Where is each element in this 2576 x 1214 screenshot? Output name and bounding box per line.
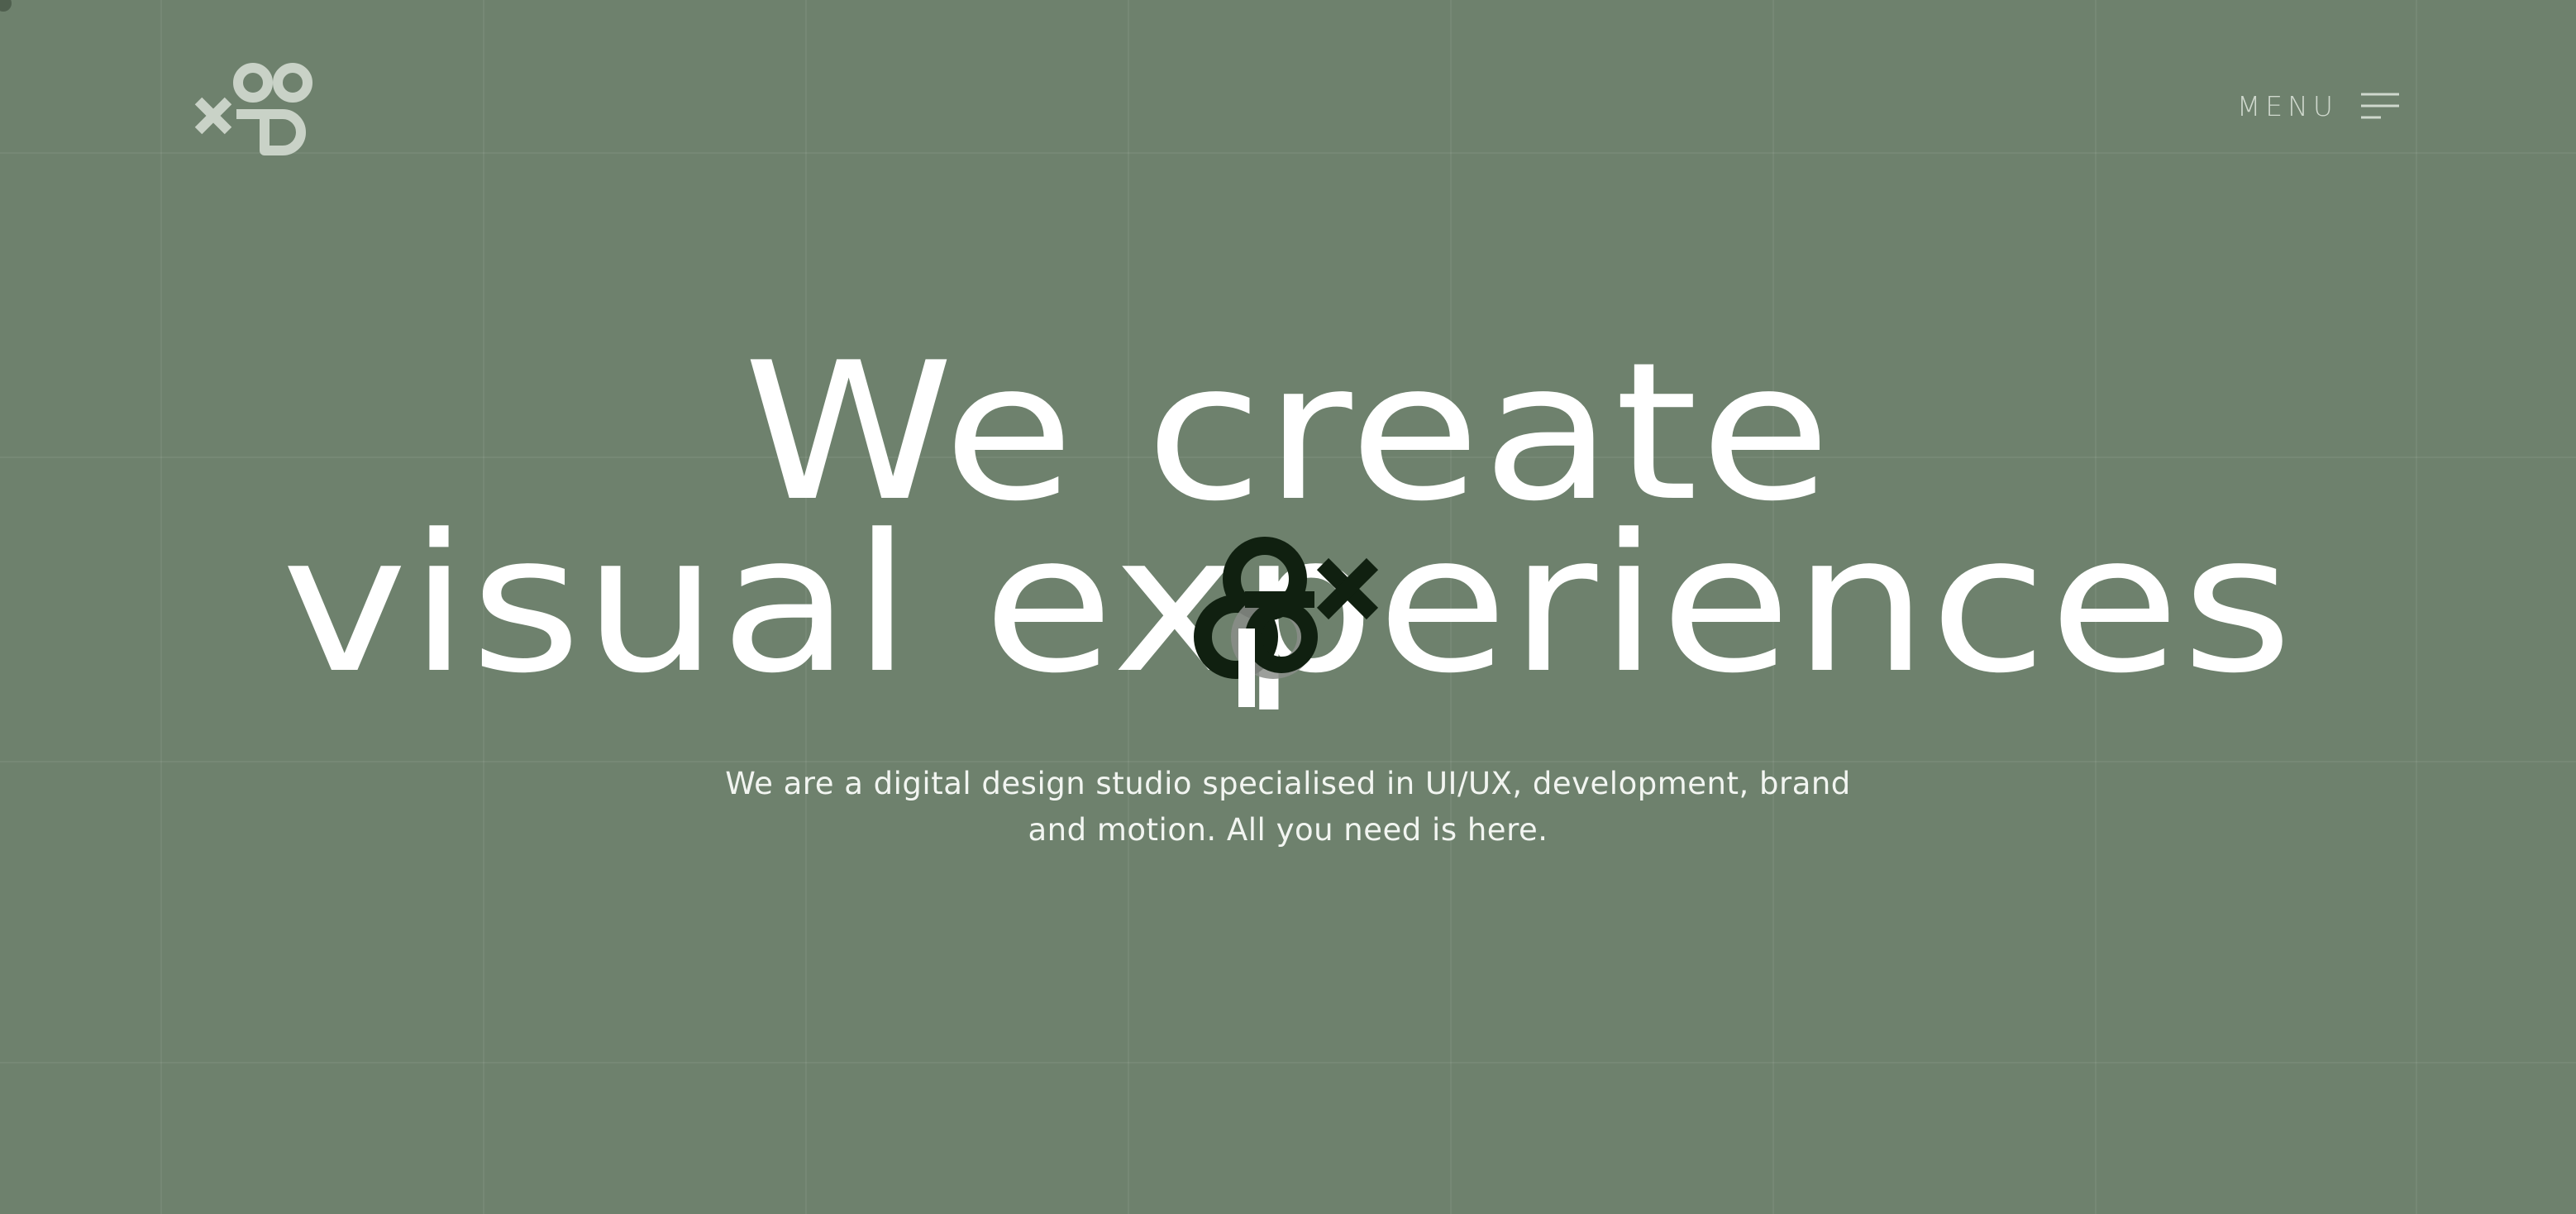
hero-subtitle: We are a digital design studio specialis… [725, 766, 1851, 848]
studio-logo-icon[interactable] [190, 60, 322, 159]
headline-line-1: We create [743, 323, 1833, 543]
logo-x-oo-p-icon [194, 63, 312, 155]
grid-line [0, 1062, 2576, 1063]
animated-logo-mark-icon [1194, 537, 1379, 707]
grid-line [0, 152, 2576, 154]
menu-button[interactable]: MENU [2237, 83, 2399, 129]
hamburger-menu-icon [2361, 93, 2399, 119]
menu-label: MENU [2236, 89, 2338, 122]
corner-dot [0, 0, 12, 12]
